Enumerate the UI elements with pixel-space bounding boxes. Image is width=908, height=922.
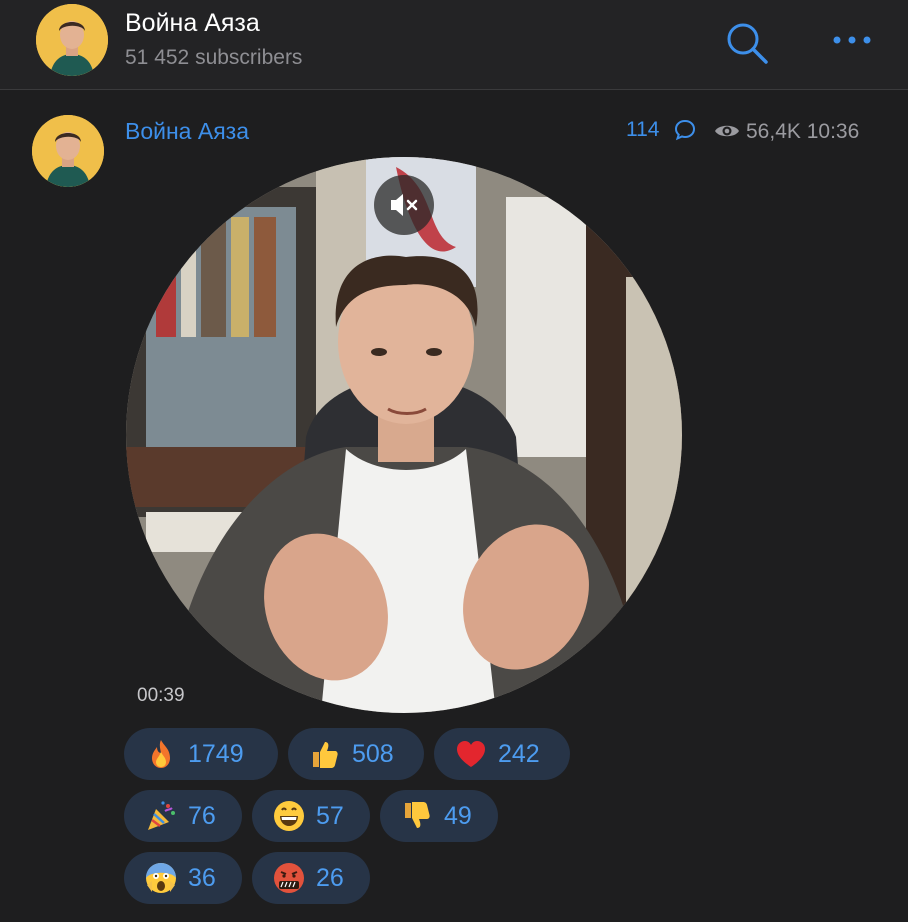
heart-icon (454, 737, 488, 771)
fire-icon (144, 737, 178, 771)
reaction-count: 242 (498, 739, 540, 768)
reaction-count: 49 (444, 801, 472, 830)
reaction-count: 57 (316, 801, 344, 830)
reaction-fire[interactable]: 1749 (124, 728, 278, 780)
reaction-grin[interactable]: 57 (252, 790, 370, 842)
thumbs-up-icon (308, 737, 342, 771)
search-icon[interactable] (722, 18, 770, 66)
reaction-thumbs-up[interactable]: 508 (288, 728, 424, 780)
reaction-heart[interactable]: 242 (434, 728, 570, 780)
chat-header: Война Аяза 51 452 subscribers (0, 0, 908, 90)
reaction-thumbs-down[interactable]: 49 (380, 790, 498, 842)
reaction-count: 26 (316, 863, 344, 892)
views-eye-icon (714, 122, 740, 140)
video-duration: 00:39 (137, 685, 185, 706)
party-popper-icon (144, 799, 178, 833)
round-video-message[interactable] (126, 157, 682, 713)
muted-speaker-icon[interactable] (374, 175, 434, 235)
cursing-face-icon (272, 861, 306, 895)
reaction-count: 508 (352, 739, 394, 768)
comment-bubble-icon[interactable] (673, 118, 697, 142)
reaction-cursing[interactable]: 26 (252, 852, 370, 904)
reaction-count: 36 (188, 863, 216, 892)
reaction-party[interactable]: 76 (124, 790, 242, 842)
channel-title: Война Аяза (125, 9, 260, 37)
reaction-count: 1749 (188, 739, 244, 768)
views-and-time: 56,4K 10:36 (746, 120, 860, 143)
reaction-scream[interactable]: 36 (124, 852, 242, 904)
subscriber-count: 51 452 subscribers (125, 46, 303, 69)
more-options-icon[interactable] (828, 22, 876, 58)
grinning-face-icon (272, 799, 306, 833)
reaction-count: 76 (188, 801, 216, 830)
channel-avatar[interactable] (36, 4, 108, 76)
thumbs-down-icon (400, 799, 434, 833)
post-author-avatar[interactable] (32, 115, 104, 187)
screaming-face-icon (144, 861, 178, 895)
comment-count[interactable]: 114 (626, 118, 659, 142)
post-author-name[interactable]: Война Аяза (125, 118, 249, 145)
